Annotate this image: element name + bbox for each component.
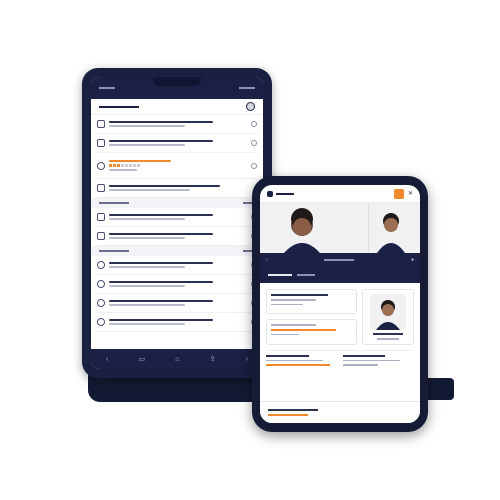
detail-column[interactable] bbox=[342, 354, 415, 366]
back-icon[interactable]: ‹ bbox=[106, 356, 108, 363]
participant-2-avatar bbox=[369, 203, 420, 253]
chevron-down-icon[interactable] bbox=[251, 162, 257, 169]
list-item[interactable] bbox=[97, 115, 257, 134]
info-card[interactable] bbox=[266, 289, 357, 315]
video-call-area bbox=[260, 203, 420, 253]
home-icon[interactable]: ⌂ bbox=[175, 356, 179, 363]
status-indicator bbox=[239, 87, 255, 89]
forward-icon[interactable]: › bbox=[246, 356, 248, 363]
mic-icon[interactable]: ● bbox=[411, 257, 414, 263]
phone-footer bbox=[260, 401, 420, 423]
list-item-progress[interactable] bbox=[97, 153, 257, 179]
person-icon bbox=[97, 280, 105, 288]
tablet-list-2 bbox=[91, 208, 263, 246]
progress-steps bbox=[109, 164, 247, 168]
page-title bbox=[99, 105, 139, 108]
phone-screen: ✕ ‹ ● bbox=[260, 185, 420, 423]
more-icon[interactable] bbox=[251, 140, 257, 146]
folder-icon bbox=[97, 213, 105, 221]
sliders-icon bbox=[97, 161, 105, 170]
detail-column[interactable] bbox=[266, 354, 338, 366]
list-item[interactable] bbox=[97, 227, 257, 246]
logo-icon bbox=[267, 190, 273, 197]
list-item[interactable] bbox=[97, 294, 257, 313]
participant-tile[interactable] bbox=[368, 203, 420, 253]
content-cards bbox=[260, 283, 420, 345]
menu-icon[interactable] bbox=[99, 87, 115, 89]
list-item[interactable] bbox=[97, 275, 257, 294]
action-button[interactable] bbox=[393, 188, 404, 199]
call-status bbox=[324, 259, 355, 261]
tablet-header bbox=[91, 99, 263, 115]
detail-row bbox=[266, 349, 415, 366]
avatar bbox=[370, 294, 406, 330]
participant-tile[interactable] bbox=[260, 203, 368, 253]
close-icon[interactable]: ✕ bbox=[408, 190, 413, 197]
call-controls: ‹ ● bbox=[260, 253, 420, 267]
person-icon bbox=[97, 261, 105, 269]
list-item[interactable] bbox=[97, 256, 257, 275]
tablet-list bbox=[91, 115, 263, 198]
section-header bbox=[91, 198, 263, 208]
list-item[interactable] bbox=[97, 179, 257, 198]
phone-device: ✕ ‹ ● bbox=[252, 176, 428, 432]
avatar[interactable] bbox=[246, 102, 255, 111]
list-item[interactable] bbox=[97, 313, 257, 332]
tablet-status-bar bbox=[91, 77, 263, 99]
person-icon bbox=[97, 299, 105, 307]
back-icon[interactable]: ‹ bbox=[266, 257, 268, 263]
progress-card[interactable] bbox=[266, 319, 357, 345]
more-icon[interactable] bbox=[251, 121, 257, 127]
camera-notch bbox=[153, 77, 201, 86]
progress-bar bbox=[271, 328, 336, 331]
tablet-screen: ‹ ▭ ⌂ ⇪ › bbox=[91, 77, 263, 369]
tablet-list-3 bbox=[91, 256, 263, 332]
lock-icon bbox=[97, 232, 105, 240]
home-icon bbox=[97, 184, 105, 192]
section-header bbox=[91, 246, 263, 256]
person-icon bbox=[97, 318, 105, 326]
share-icon[interactable]: ⇪ bbox=[210, 355, 216, 363]
participant-info-bar bbox=[260, 267, 420, 283]
list-item[interactable] bbox=[97, 134, 257, 153]
device-mockup-scene: ‹ ▭ ⌂ ⇪ › ✕ ‹ ● bbox=[0, 0, 500, 500]
document-icon bbox=[97, 120, 105, 128]
tablet-device: ‹ ▭ ⌂ ⇪ › bbox=[82, 68, 272, 378]
profile-card[interactable] bbox=[362, 289, 414, 345]
participant-1-avatar bbox=[260, 203, 368, 253]
phone-header: ✕ bbox=[260, 185, 420, 203]
screen-icon[interactable]: ▭ bbox=[139, 355, 146, 363]
list-item[interactable] bbox=[97, 208, 257, 227]
tablet-nav-bar: ‹ ▭ ⌂ ⇪ › bbox=[91, 349, 263, 369]
app-logo bbox=[267, 190, 294, 197]
folder-icon bbox=[97, 139, 105, 147]
